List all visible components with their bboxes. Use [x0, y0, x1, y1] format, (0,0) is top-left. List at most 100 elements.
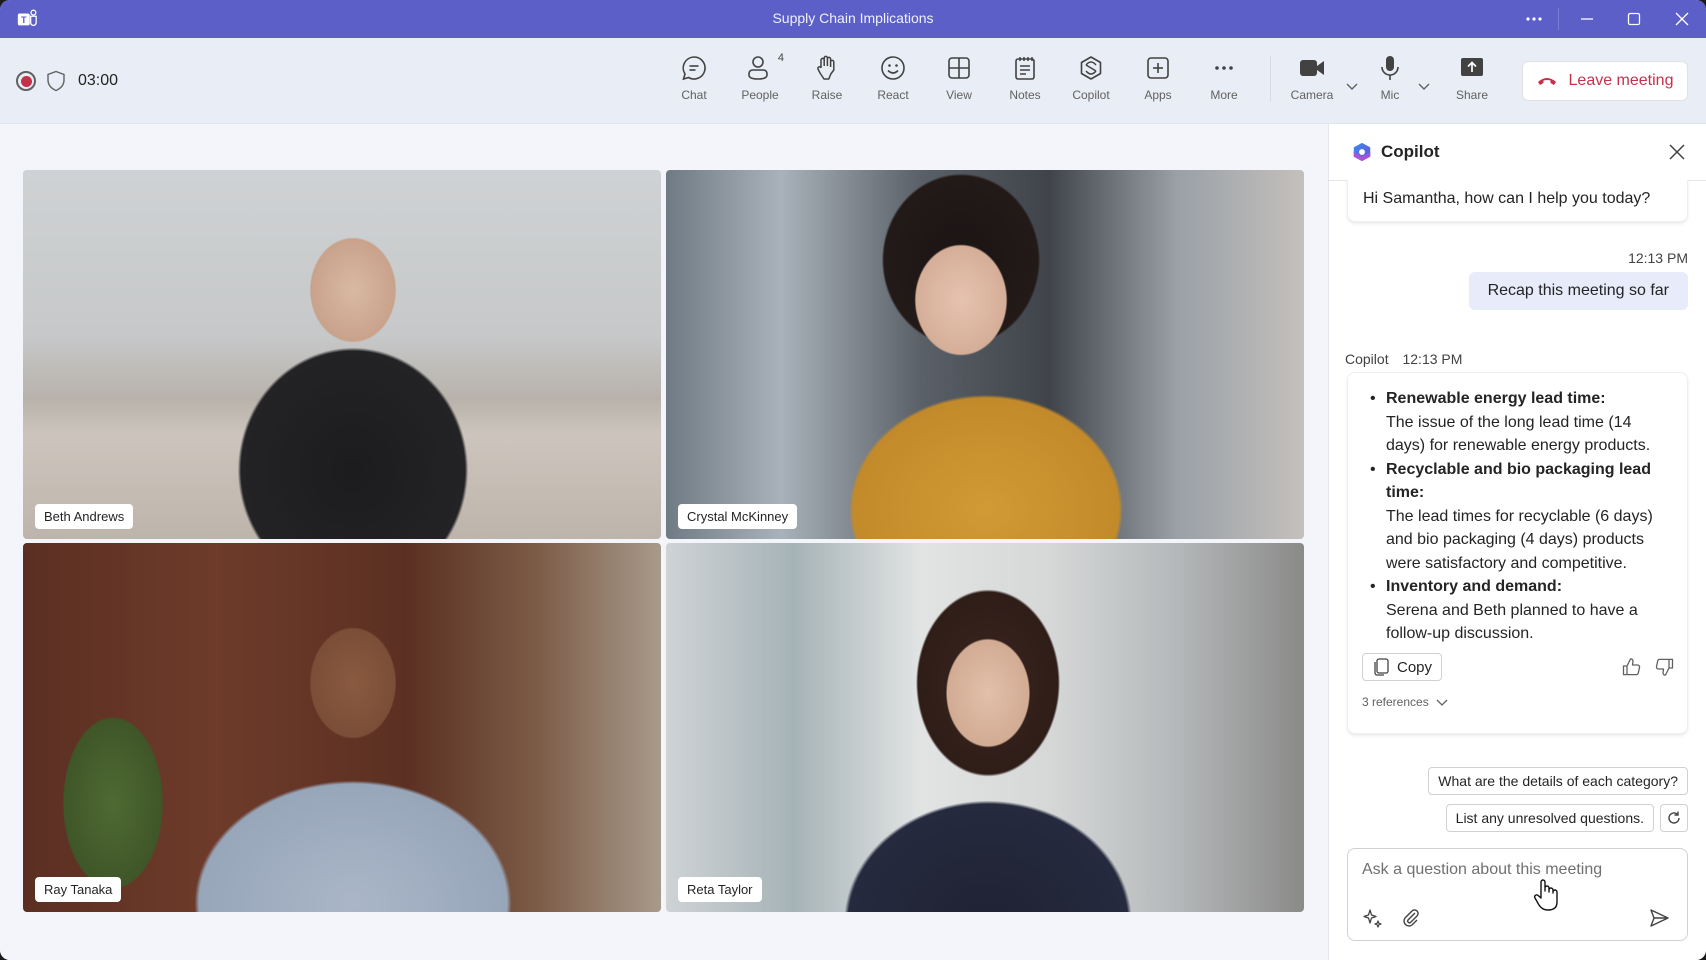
attach-icon[interactable]: [1400, 907, 1422, 929]
recap-item-text: Serena and Beth planned to have a follow…: [1386, 601, 1638, 643]
copilot-message-meta: Copilot 12:13 PM: [1345, 351, 1462, 367]
send-icon[interactable]: [1648, 907, 1670, 929]
recap-item-heading: Renewable energy lead time:: [1386, 390, 1606, 407]
video-tile-beth-andrews[interactable]: Beth Andrews: [23, 170, 661, 539]
meeting-toolbar: 03:00 Chat 4 People Raise React View Not…: [0, 38, 1706, 124]
chat-icon: [682, 56, 706, 81]
mic-label: Mic: [1380, 88, 1400, 102]
share-button[interactable]: Share: [1442, 54, 1502, 112]
video-tile-ray-tanaka[interactable]: Ray Tanaka: [23, 543, 661, 912]
mouse-cursor-hand-icon: [1533, 879, 1558, 911]
copilot-icon: [1080, 56, 1102, 80]
close-window-button[interactable]: [1662, 6, 1702, 32]
leave-meeting-label: Leave meeting: [1568, 72, 1674, 89]
recap-item-heading: Inventory and demand:: [1386, 578, 1563, 595]
copilot-message-timestamp: 12:13 PM: [1402, 351, 1463, 367]
recording-status: 03:00: [16, 70, 118, 92]
copilot-title: Copilot: [1381, 142, 1440, 161]
suggestion-chip[interactable]: List any unresolved questions.: [1445, 804, 1654, 832]
camera-options-chevron-icon[interactable]: [1344, 78, 1360, 94]
copilot-sender: Copilot: [1345, 351, 1389, 367]
share-label: Share: [1455, 88, 1489, 102]
video-stage: Beth Andrews Crystal McKinney Ray Tanaka…: [0, 124, 1328, 960]
close-copilot-icon[interactable]: [1666, 141, 1688, 163]
video-tile-crystal-mckinney[interactable]: Crystal McKinney: [666, 170, 1304, 539]
video-tile-reta-taylor[interactable]: Reta Taylor: [666, 543, 1304, 912]
recap-item-text: The lead times for recyclable (6 days) a…: [1386, 507, 1653, 572]
thumbs-down-icon[interactable]: [1654, 656, 1676, 678]
copy-button[interactable]: Copy: [1362, 653, 1442, 681]
react-button[interactable]: React: [863, 54, 923, 112]
ask-question-input[interactable]: [1362, 861, 1662, 879]
hand-icon: [817, 55, 835, 80]
maximize-button[interactable]: [1614, 6, 1654, 32]
recap-item: Renewable energy lead time: The issue of…: [1370, 387, 1673, 458]
copilot-recap-message: Renewable energy lead time: The issue of…: [1347, 372, 1688, 734]
mic-options-chevron-icon[interactable]: [1416, 78, 1432, 94]
window-title: Supply Chain Implications: [772, 10, 934, 26]
people-icon: [748, 56, 768, 80]
mic-icon: [1381, 56, 1399, 80]
copilot-panel-header: Copilot: [1329, 124, 1706, 181]
notes-label: Notes: [1009, 88, 1041, 102]
user-message-timestamp: 12:13 PM: [1628, 250, 1688, 266]
user-message: Recap this meeting so far: [1468, 272, 1688, 310]
suggestion-chip[interactable]: What are the details of each category?: [1428, 767, 1688, 795]
participant-name: Crystal McKinney: [678, 504, 798, 529]
chat-button[interactable]: Chat: [664, 54, 724, 112]
copy-label: Copy: [1397, 658, 1433, 676]
raise-label: Raise: [811, 88, 843, 102]
references-label: 3 references: [1362, 695, 1429, 709]
teams-meeting-window: T Supply Chain Implications 03:00 Chat 4…: [0, 0, 1706, 960]
thumbs-up-icon[interactable]: [1620, 656, 1642, 678]
apps-label: Apps: [1144, 88, 1172, 102]
minimize-icon: [1581, 18, 1593, 20]
smile-icon: [881, 56, 905, 80]
refresh-suggestions-button[interactable]: [1660, 804, 1688, 832]
mic-button[interactable]: Mic: [1360, 54, 1420, 112]
leave-meeting-button[interactable]: Leave meeting: [1522, 61, 1688, 101]
participant-name: Ray Tanaka: [35, 877, 122, 902]
raise-hand-button[interactable]: Raise: [797, 54, 857, 112]
recap-item: Recyclable and bio packaging lead time: …: [1370, 458, 1673, 576]
participant-name: Beth Andrews: [35, 504, 134, 529]
recap-item-heading: Recyclable and bio packaging lead time:: [1386, 460, 1651, 502]
apps-button[interactable]: Apps: [1128, 54, 1188, 112]
notes-icon: [1015, 57, 1035, 80]
more-options-button[interactable]: [1514, 6, 1554, 32]
recording-icon: [16, 71, 36, 91]
copilot-label: Copilot: [1072, 88, 1110, 102]
people-count: 4: [777, 52, 784, 64]
shield-icon: [47, 70, 65, 92]
people-label: People: [741, 88, 779, 102]
participant-name: Reta Taylor: [678, 877, 762, 902]
recap-list: Renewable energy lead time: The issue of…: [1370, 387, 1673, 646]
more-label: More: [1210, 88, 1238, 102]
copilot-panel: Copilot Hi Samantha, how can I help you …: [1328, 124, 1706, 960]
copilot-greeting-message: Hi Samantha, how can I help you today?: [1347, 180, 1688, 222]
copilot-button[interactable]: Copilot: [1061, 54, 1121, 112]
copilot-logo-icon: [1353, 142, 1371, 162]
title-bar: T Supply Chain Implications: [0, 0, 1706, 38]
camera-icon: [1300, 60, 1324, 76]
maximize-icon: [1627, 12, 1641, 26]
people-button[interactable]: 4 People: [730, 52, 790, 112]
ask-copilot-composer: [1347, 848, 1688, 941]
more-button[interactable]: More: [1194, 54, 1254, 112]
recap-item-text: The issue of the long lead time (14 days…: [1386, 413, 1651, 455]
minimize-button[interactable]: [1567, 6, 1607, 32]
chevron-down-icon: [1436, 699, 1448, 706]
notes-button[interactable]: Notes: [995, 54, 1055, 112]
camera-label: Camera: [1290, 88, 1334, 102]
camera-button[interactable]: Camera: [1282, 54, 1342, 112]
more-icon: [1526, 17, 1542, 21]
view-button[interactable]: View: [929, 54, 989, 112]
plus-square-icon: [1147, 57, 1169, 79]
react-label: React: [877, 88, 909, 102]
references-toggle[interactable]: 3 references: [1362, 695, 1449, 709]
close-icon: [1675, 12, 1689, 26]
toolbar-divider: [1270, 56, 1271, 102]
sparkle-prompts-icon[interactable]: [1362, 907, 1384, 929]
share-icon: [1461, 58, 1483, 76]
recap-item: Inventory and demand: Serena and Beth pl…: [1370, 575, 1673, 646]
